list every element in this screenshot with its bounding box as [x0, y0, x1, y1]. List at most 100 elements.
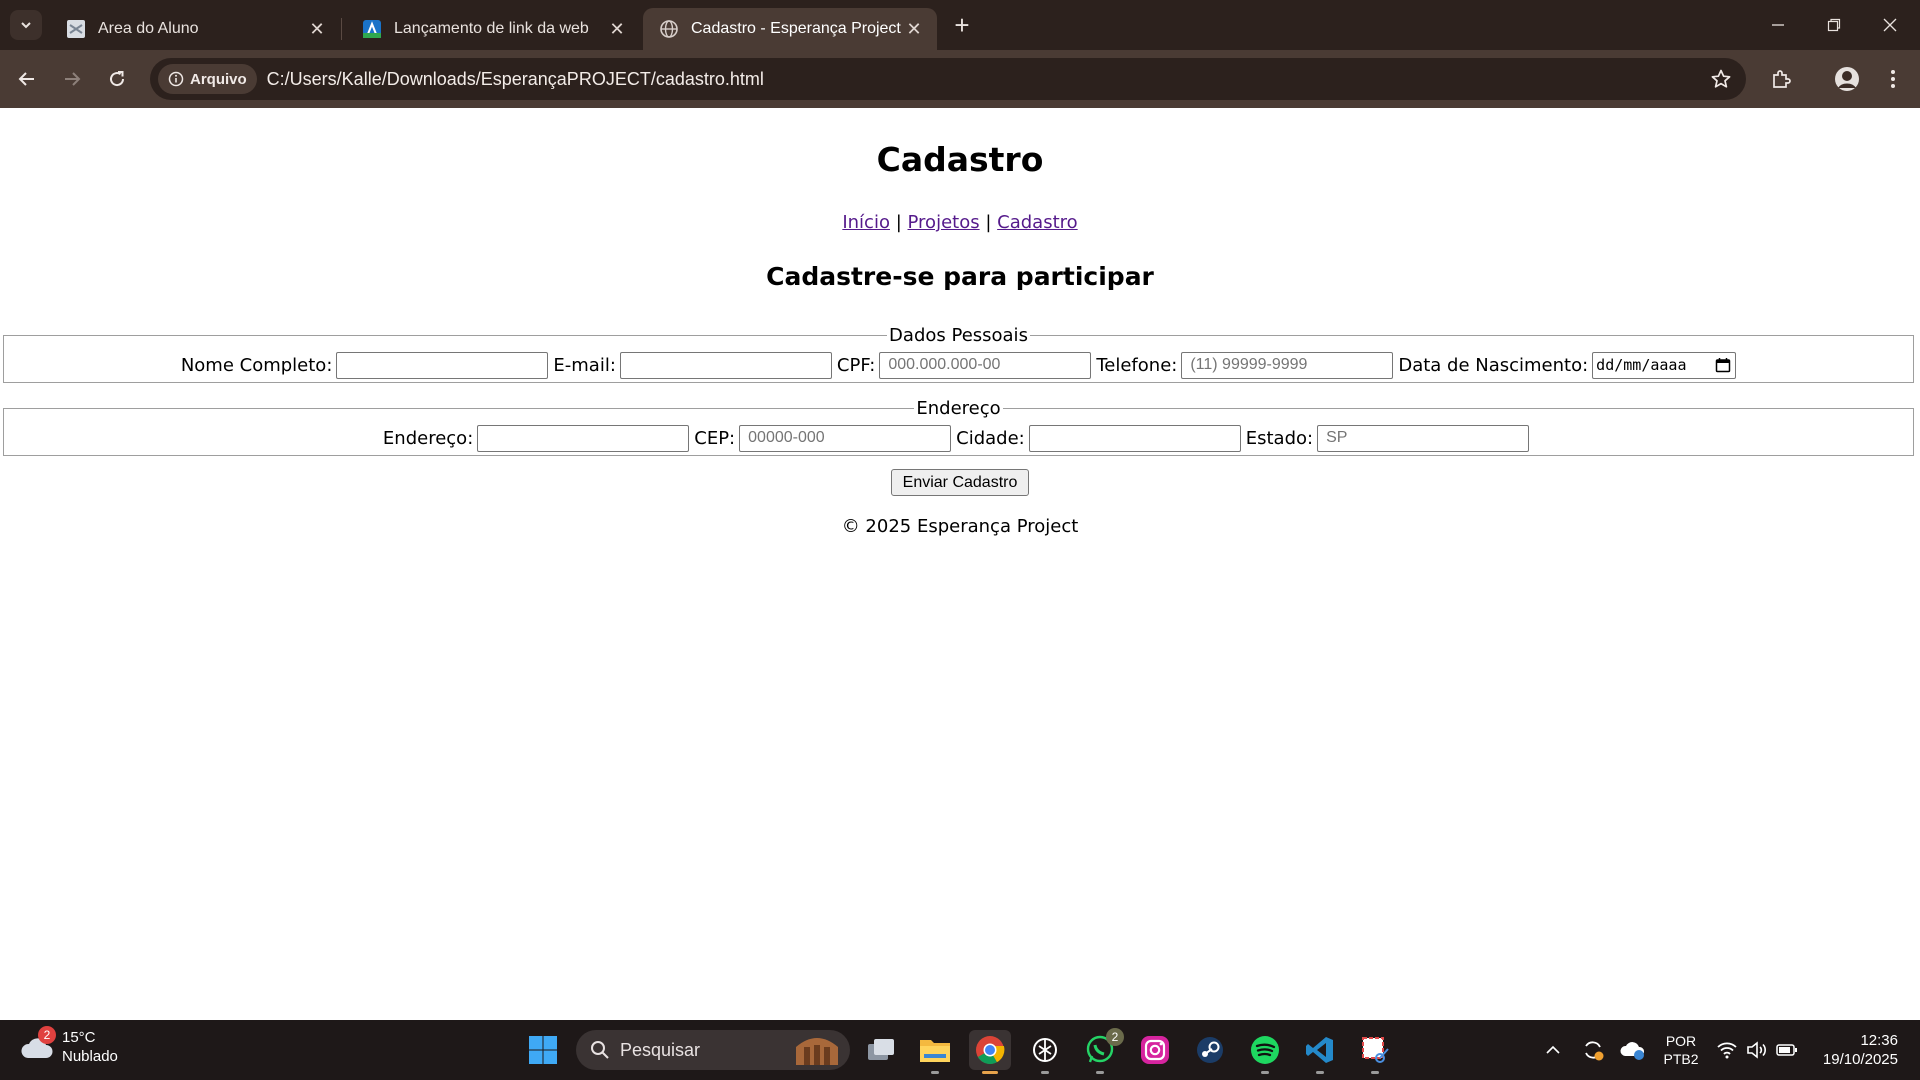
site-chip-label: Arquivo	[190, 70, 247, 88]
quick-settings-button[interactable]	[1714, 1020, 1800, 1080]
cep-input[interactable]	[739, 424, 952, 452]
site-nav: Início | Projetos | Cadastro	[0, 212, 1920, 233]
language-indicator[interactable]: POR PTB2	[1654, 1020, 1708, 1080]
cloud-sync-icon	[1620, 1042, 1645, 1060]
close-icon[interactable]: ✕	[608, 19, 626, 39]
profile-button[interactable]	[1830, 62, 1864, 96]
close-window-button[interactable]	[1862, 0, 1918, 50]
estado-label: Estado:	[1245, 427, 1314, 449]
avatar	[1835, 67, 1859, 91]
onedrive-tray-icon[interactable]	[1616, 1020, 1650, 1080]
restore-button[interactable]	[1806, 0, 1862, 50]
nome-input[interactable]	[336, 351, 549, 379]
file-explorer-app[interactable]	[914, 1030, 956, 1074]
tab-search-button[interactable]	[10, 10, 42, 40]
extensions-button[interactable]	[1764, 62, 1798, 96]
nascimento-label: Data de Nascimento:	[1398, 354, 1589, 376]
weather-widget[interactable]: 2 15°C Nublado	[20, 1026, 118, 1066]
snipping-tool-icon	[1362, 1037, 1389, 1063]
tab-title: Cadastro - Esperança Project	[691, 20, 901, 37]
weather-desc: Nublado	[62, 1048, 118, 1065]
tab-title: Lançamento de link da web	[394, 20, 589, 37]
cpf-input[interactable]	[879, 351, 1092, 379]
clock-time: 12:36	[1860, 1032, 1898, 1049]
chrome-icon	[976, 1036, 1005, 1064]
tab-lancamento-link[interactable]: Lançamento de link da web ✕	[346, 8, 640, 50]
chevron-up-icon	[1546, 1045, 1560, 1054]
bookmark-star-icon[interactable]	[1710, 68, 1732, 95]
chatgpt-icon	[1033, 1038, 1057, 1062]
tab-divider	[341, 18, 342, 40]
address-legend: Endereço	[916, 398, 1001, 419]
keyboard-layout: PTB2	[1663, 1051, 1699, 1067]
spotify-app[interactable]	[1244, 1030, 1286, 1074]
back-button[interactable]	[10, 62, 44, 96]
nome-label: Nome Completo:	[180, 354, 333, 376]
nav-link-inicio[interactable]: Início	[842, 212, 890, 233]
personal-data-legend: Dados Pessoais	[889, 325, 1028, 346]
show-hidden-icons-button[interactable]	[1538, 1020, 1568, 1080]
cidade-input[interactable]	[1028, 424, 1241, 452]
close-icon[interactable]: ✕	[905, 19, 923, 39]
tab-cadastro[interactable]: Cadastro - Esperança Project ✕	[643, 8, 937, 50]
url-text: C:/Users/Kalle/Downloads/EsperançaPROJEC…	[266, 68, 764, 89]
form-heading: Cadastre-se para participar	[766, 262, 1154, 291]
email-input[interactable]	[619, 351, 832, 379]
wifi-icon	[1717, 1042, 1737, 1059]
estado-input[interactable]	[1317, 424, 1530, 452]
weather-badge: 2	[38, 1026, 56, 1044]
calendar-icon[interactable]	[1715, 357, 1731, 373]
new-tab-button[interactable]: +	[948, 12, 976, 40]
battery-icon	[1776, 1044, 1797, 1056]
instagram-app[interactable]	[1134, 1030, 1176, 1070]
whatsapp-app[interactable]: 2	[1079, 1028, 1124, 1074]
submit-button[interactable]: Enviar Cadastro	[891, 469, 1029, 496]
search-icon	[591, 1041, 609, 1059]
nascimento-date-input[interactable]: dd/mm/aaaa	[1592, 351, 1737, 379]
sync-tray-icon[interactable]	[1576, 1020, 1610, 1080]
address-fieldset: Endereço Endereço: CEP: Cidade: Estado:	[3, 398, 1914, 456]
site-info-chip[interactable]: Arquivo	[158, 64, 257, 94]
steam-icon	[1197, 1037, 1223, 1063]
folder-icon	[920, 1040, 950, 1062]
nav-link-projetos[interactable]: Projetos	[908, 212, 980, 233]
puzzle-icon	[1773, 70, 1791, 88]
nav-separator: |	[985, 212, 992, 233]
taskbar: 2 15°C Nublado Pesquisar 2 POR PTB2 12:3…	[0, 1020, 1920, 1080]
chrome-app[interactable]	[969, 1030, 1011, 1074]
cidade-label: Cidade:	[956, 427, 1025, 449]
start-button[interactable]	[522, 1030, 564, 1070]
cep-label: CEP:	[694, 427, 736, 449]
search-placeholder: Pesquisar	[620, 1039, 701, 1060]
reload-button[interactable]	[100, 62, 134, 96]
nav-link-cadastro[interactable]: Cadastro	[997, 212, 1078, 233]
personal-data-fieldset: Dados Pessoais Nome Completo: E-mail: CP…	[3, 325, 1914, 383]
more-vertical-icon	[1891, 70, 1895, 88]
info-icon	[168, 71, 184, 87]
telefone-input[interactable]	[1181, 351, 1394, 379]
task-view-button[interactable]	[860, 1030, 902, 1070]
footer-text: © 2025 Esperança Project	[841, 516, 1079, 537]
tab-area-do-aluno[interactable]: Area do Aluno ✕	[50, 8, 340, 50]
link-launch-favicon	[362, 19, 382, 39]
endereco-label: Endereço:	[382, 427, 474, 449]
email-label: E-mail:	[553, 354, 616, 376]
vscode-icon	[1306, 1037, 1333, 1063]
weather-temp: 15°C	[62, 1029, 96, 1046]
endereco-input[interactable]	[477, 424, 690, 452]
vscode-app[interactable]	[1299, 1030, 1341, 1074]
instagram-icon	[1141, 1036, 1169, 1064]
chatgpt-app[interactable]	[1024, 1030, 1066, 1074]
address-bar[interactable]: Arquivo C:/Users/Kalle/Downloads/Esperan…	[150, 58, 1746, 100]
clock[interactable]: 12:36 19/10/2025	[1823, 1031, 1898, 1069]
close-icon[interactable]: ✕	[308, 19, 326, 39]
menu-button[interactable]	[1876, 62, 1910, 96]
snipping-tool-app[interactable]	[1354, 1030, 1396, 1074]
spotify-icon	[1251, 1036, 1279, 1064]
minimize-button[interactable]	[1750, 0, 1806, 50]
forward-button[interactable]	[55, 62, 89, 96]
chevron-down-icon	[21, 22, 31, 29]
steam-app[interactable]	[1189, 1030, 1231, 1070]
personal-data-row: Nome Completo: E-mail: CPF: Telefone: Da…	[4, 346, 1913, 384]
taskbar-search[interactable]: Pesquisar	[576, 1030, 850, 1070]
